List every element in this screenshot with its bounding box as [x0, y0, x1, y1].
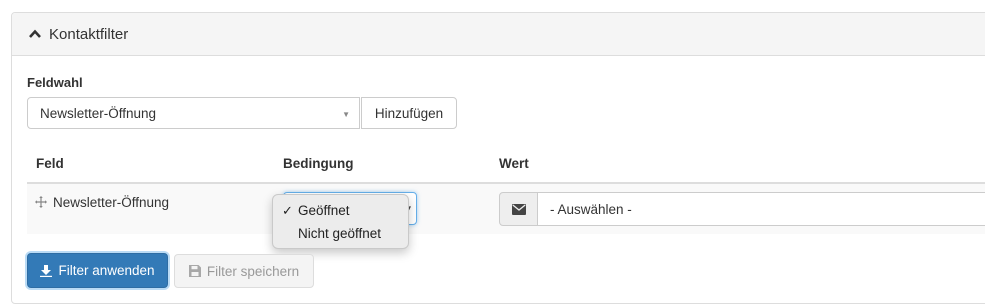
- row-field-name: Newsletter-Öffnung: [53, 195, 170, 210]
- condition-option-opened[interactable]: ✓ Geöffnet: [273, 199, 408, 222]
- condition-dropdown-menu: ✓ Geöffnet Nicht geöffnet: [272, 194, 409, 249]
- column-header-value: Wert: [499, 156, 529, 171]
- checkmark-icon: ✓: [282, 203, 293, 218]
- apply-filter-button[interactable]: Filter anwenden: [27, 253, 168, 288]
- value-select[interactable]: - Auswählen -: [537, 192, 985, 226]
- condition-option-label: Geöffnet: [298, 203, 350, 218]
- add-field-button[interactable]: Hinzufügen: [361, 97, 457, 129]
- column-header-field: Feld: [36, 156, 64, 171]
- chevron-up-icon[interactable]: [28, 27, 42, 41]
- condition-option-label: Nicht geöffnet: [298, 226, 382, 241]
- floppy-disk-icon: [188, 265, 201, 277]
- condition-option-not-opened[interactable]: Nicht geöffnet: [273, 222, 408, 245]
- select-caret-icon: ▼: [342, 110, 350, 119]
- download-icon: [40, 264, 53, 277]
- value-addon: [499, 192, 538, 226]
- apply-filter-label: Filter anwenden: [58, 263, 155, 278]
- field-select[interactable]: Newsletter-Öffnung ▼: [27, 97, 360, 129]
- panel-heading[interactable]: Kontaktfilter: [12, 13, 985, 56]
- panel-title: Kontaktfilter: [49, 25, 129, 43]
- envelope-icon: [511, 203, 526, 215]
- column-header-condition: Bedingung: [283, 156, 354, 171]
- field-choice-label: Feldwahl: [27, 75, 83, 90]
- save-filter-label: Filter speichern: [206, 263, 300, 279]
- save-filter-button[interactable]: Filter speichern: [174, 254, 314, 288]
- field-select-value: Newsletter-Öffnung: [40, 105, 157, 121]
- value-select-placeholder: - Auswählen -: [550, 201, 632, 217]
- move-icon[interactable]: [35, 196, 47, 208]
